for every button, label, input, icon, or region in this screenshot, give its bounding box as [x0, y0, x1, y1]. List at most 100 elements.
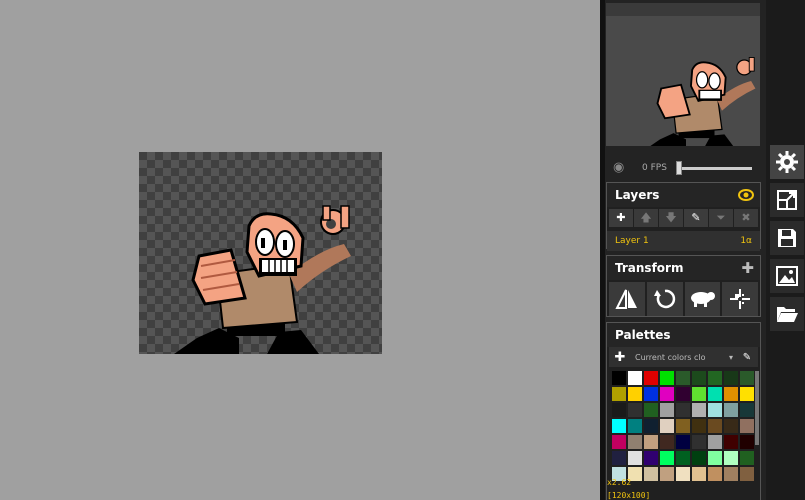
workspace[interactable] [0, 0, 600, 500]
move-up-icon[interactable]: 🡅 [634, 209, 658, 227]
palette-swatch[interactable] [660, 419, 674, 433]
palette-swatch[interactable] [644, 371, 658, 385]
palette-swatch[interactable] [708, 387, 722, 401]
palette-swatch[interactable] [628, 387, 642, 401]
palette-swatch[interactable] [660, 403, 674, 417]
fps-slider-thumb[interactable] [676, 161, 682, 175]
palette-swatch[interactable] [740, 403, 754, 417]
palette-swatch[interactable] [740, 387, 754, 401]
edit-icon[interactable]: ✎ [684, 209, 708, 227]
panel-edge [600, 0, 605, 500]
palette-swatch[interactable] [724, 419, 738, 433]
palette-select[interactable]: Current colors clo ▾ [631, 349, 737, 365]
palette-swatch[interactable] [708, 467, 722, 481]
palette-swatch[interactable] [644, 419, 658, 433]
layer-item[interactable]: Layer 1 1α [607, 231, 760, 251]
palette-swatch[interactable] [724, 435, 738, 449]
animation-preview[interactable] [606, 3, 760, 146]
palette-swatch[interactable] [724, 403, 738, 417]
palette-swatch[interactable] [740, 435, 754, 449]
palette-swatch[interactable] [692, 435, 706, 449]
palettes-panel: Palettes ✚ Current colors clo ▾ ✎ [606, 322, 761, 500]
layers-title: Layers [615, 188, 660, 202]
palette-swatch[interactable] [740, 451, 754, 465]
palette-scrollbar[interactable] [755, 371, 759, 445]
palettes-header[interactable]: Palettes [607, 323, 760, 347]
palette-swatch[interactable] [724, 387, 738, 401]
palette-swatch[interactable] [628, 371, 642, 385]
add-palette-icon[interactable]: ✚ [609, 350, 631, 365]
merge-icon[interactable]: ⏷ [709, 209, 733, 227]
palette-swatch[interactable] [644, 403, 658, 417]
palette-swatch[interactable] [724, 467, 738, 481]
palette-swatch[interactable] [740, 419, 754, 433]
edit-palette-icon[interactable]: ✎ [737, 352, 757, 363]
palette-swatch[interactable] [708, 435, 722, 449]
fps-slider-track [676, 167, 752, 170]
palette-swatch[interactable] [628, 435, 642, 449]
delete-icon[interactable]: ✖ [734, 209, 758, 227]
rotate-icon[interactable] [646, 282, 683, 316]
palette-swatch[interactable] [612, 451, 626, 465]
palette-swatch[interactable] [644, 387, 658, 401]
palette-swatch[interactable] [612, 419, 626, 433]
palette-swatch[interactable] [676, 403, 690, 417]
palette-swatch[interactable] [692, 467, 706, 481]
add-layer-icon[interactable]: ✚ [609, 209, 633, 227]
palette-swatch[interactable] [612, 403, 626, 417]
layers-toolbar: ✚ 🡅 🡇 ✎ ⏷ ✖ [609, 209, 760, 229]
palette-swatch[interactable] [708, 371, 722, 385]
palette-swatch[interactable] [676, 467, 690, 481]
palette-swatch[interactable] [708, 403, 722, 417]
palette-swatch[interactable] [676, 435, 690, 449]
palette-swatch[interactable] [740, 371, 754, 385]
palette-swatch[interactable] [676, 371, 690, 385]
move-down-icon[interactable]: 🡇 [659, 209, 683, 227]
resize-icon[interactable] [770, 183, 804, 217]
fps-slider[interactable] [676, 161, 752, 175]
image-icon[interactable] [770, 259, 804, 293]
palette-swatch[interactable] [612, 435, 626, 449]
palette-swatch[interactable] [692, 419, 706, 433]
onion-skin-icon[interactable]: ◉ [613, 160, 629, 176]
palette-swatch[interactable] [676, 387, 690, 401]
drawing-canvas[interactable] [139, 152, 382, 354]
eye-icon[interactable] [738, 189, 754, 201]
plus-icon[interactable]: ✚ [741, 259, 754, 277]
palette-swatch[interactable] [740, 467, 754, 481]
palette-swatch[interactable] [708, 419, 722, 433]
transform-header[interactable]: Transform ✚ [607, 256, 760, 280]
settings-icon[interactable] [770, 145, 804, 179]
center-icon[interactable] [722, 282, 758, 316]
palette-swatch[interactable] [660, 467, 674, 481]
palette-swatch[interactable] [612, 387, 626, 401]
preview-header [606, 3, 760, 16]
palette-swatch[interactable] [660, 451, 674, 465]
palette-swatch[interactable] [660, 387, 674, 401]
palette-swatch[interactable] [644, 467, 658, 481]
palette-swatch[interactable] [628, 403, 642, 417]
palette-swatch[interactable] [612, 371, 626, 385]
palette-swatch[interactable] [628, 451, 642, 465]
palette-swatch[interactable] [644, 435, 658, 449]
palette-swatch[interactable] [660, 435, 674, 449]
palette-swatch[interactable] [676, 419, 690, 433]
palette-swatch[interactable] [692, 403, 706, 417]
palette-swatch[interactable] [644, 451, 658, 465]
canvas-size: [120x100] [607, 491, 651, 500]
palette-swatch[interactable] [724, 451, 738, 465]
palette-swatch[interactable] [692, 371, 706, 385]
flip-icon[interactable] [609, 282, 645, 316]
palette-swatch[interactable] [724, 371, 738, 385]
palette-swatch[interactable] [692, 451, 706, 465]
palette-swatch[interactable] [676, 451, 690, 465]
palette-swatch[interactable] [660, 371, 674, 385]
layers-header[interactable]: Layers [607, 183, 760, 207]
clone-icon[interactable] [684, 282, 721, 316]
layer-opacity: 1α [740, 236, 752, 246]
palette-swatch[interactable] [628, 419, 642, 433]
palette-swatch[interactable] [692, 387, 706, 401]
save-icon[interactable] [770, 221, 804, 255]
open-folder-icon[interactable] [770, 297, 804, 331]
palette-swatch[interactable] [708, 451, 722, 465]
